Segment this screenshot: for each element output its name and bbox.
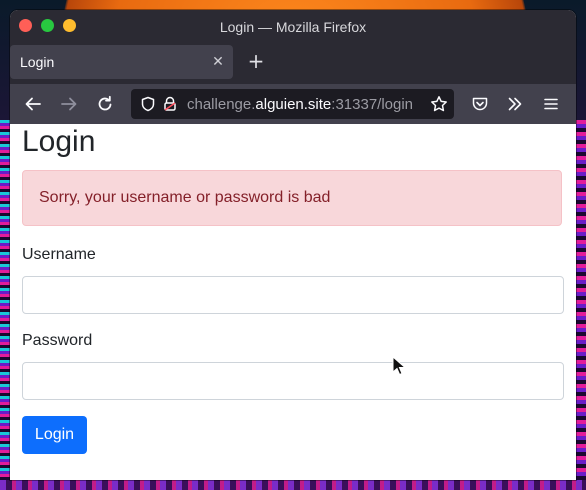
close-icon[interactable]: ✕ [203, 54, 233, 70]
username-label: Username [22, 246, 96, 263]
lock-icon[interactable] [159, 96, 181, 112]
url-text[interactable]: challenge.alguien.site:31337/login [187, 96, 454, 113]
overflow-menu-button[interactable] [502, 91, 528, 117]
error-alert-text: Sorry, your username or password is bad [39, 189, 331, 206]
back-button[interactable] [20, 91, 46, 117]
hamburger-menu-icon [544, 98, 558, 110]
arrow-right-icon [61, 97, 77, 111]
tab-label: Login [20, 54, 55, 70]
navigation-toolbar: challenge.alguien.site:31337/login [10, 84, 576, 125]
tab-bar: Login ✕ + [10, 44, 576, 84]
arrow-left-icon [25, 97, 41, 111]
mouse-pointer-icon [392, 356, 406, 376]
close-window-button[interactable] [19, 19, 32, 32]
pocket-icon [472, 97, 488, 111]
url-suffix: :31337/login [331, 95, 414, 113]
url-prefix: challenge. [187, 95, 256, 113]
maximize-window-button[interactable] [41, 19, 54, 32]
window-controls [19, 19, 76, 32]
forward-button[interactable] [56, 91, 82, 117]
chevrons-right-icon [508, 97, 522, 111]
browser-window: Login — Mozilla Firefox Login ✕ + challe… [10, 10, 576, 480]
login-button[interactable]: Login [22, 416, 87, 454]
pocket-button[interactable] [467, 91, 493, 117]
reload-button[interactable] [92, 91, 118, 117]
url-bar[interactable]: challenge.alguien.site:31337/login [131, 89, 454, 119]
page-title: Login [22, 125, 96, 158]
page-content: Login Sorry, your username or password i… [10, 124, 576, 480]
window-title: Login — Mozilla Firefox [219, 19, 367, 35]
reload-icon [98, 95, 112, 111]
wallpaper-stripes-bottom [0, 480, 586, 490]
minimize-window-button[interactable] [63, 19, 76, 32]
username-field[interactable] [22, 276, 564, 314]
password-label: Password [22, 332, 93, 349]
tab-login[interactable]: Login ✕ [10, 45, 233, 79]
plus-icon[interactable]: + [246, 50, 266, 72]
bookmark-button[interactable] [426, 91, 452, 117]
title-bar: Login — Mozilla Firefox [10, 10, 576, 44]
wallpaper-stripes-right [576, 120, 586, 490]
error-alert: Sorry, your username or password is bad [22, 170, 562, 226]
star-icon [431, 96, 447, 112]
app-menu-button[interactable] [538, 91, 564, 117]
url-host: alguien.site [255, 95, 332, 113]
password-field[interactable] [22, 362, 564, 400]
shield-icon[interactable] [137, 96, 159, 112]
